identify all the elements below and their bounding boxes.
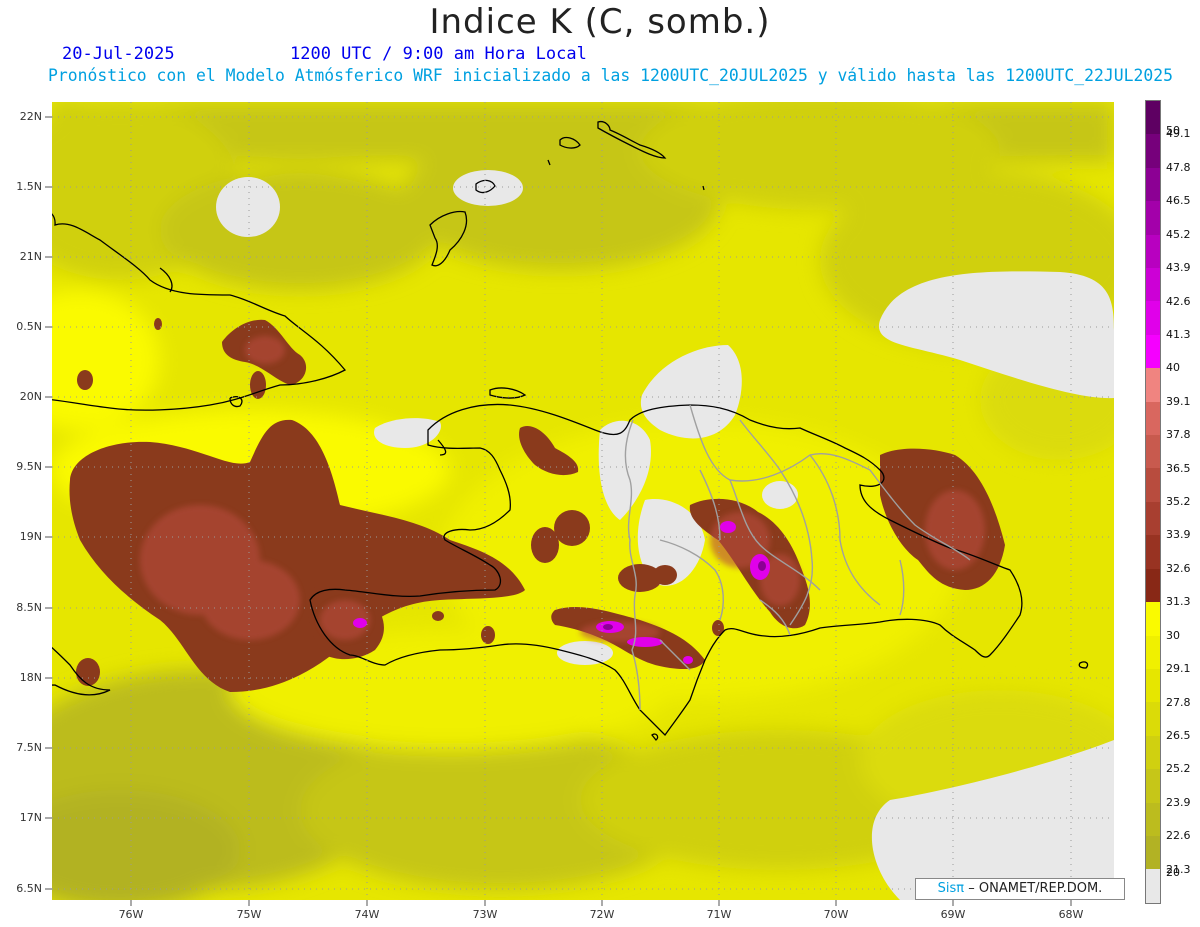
colorbar-segment <box>1146 635 1160 669</box>
colorbar-label: 41.3 <box>1166 327 1191 341</box>
colorbar-label: 37.8 <box>1166 428 1191 442</box>
colorbar-segment <box>1146 501 1160 536</box>
lon-label: 73W <box>472 908 498 921</box>
lat-label: 19N <box>19 530 42 543</box>
colorbar-segment <box>1146 101 1160 135</box>
lat-label: 8.5N <box>16 601 42 614</box>
colorbar-segment <box>1146 869 1160 903</box>
colorbar-segment <box>1146 134 1160 168</box>
lon-label: 75W <box>236 908 262 921</box>
colorbar-segment <box>1146 268 1160 302</box>
colorbar-label: 35.2 <box>1166 495 1191 508</box>
colorbar-segment <box>1146 334 1160 369</box>
colorbar-segment <box>1146 468 1160 502</box>
lat-label: 18N <box>19 671 42 684</box>
lat-label: 22N <box>19 110 42 123</box>
colorbar-segment <box>1146 368 1160 402</box>
colorbar-label: 47.8 <box>1166 160 1191 174</box>
colorbar-label: 43.9 <box>1166 261 1191 275</box>
colorbar-label: 25.2 <box>1166 762 1191 776</box>
lon-label: 72W <box>589 908 615 921</box>
lat-label: 6.5N <box>16 882 42 895</box>
colorbar-segment <box>1146 668 1160 703</box>
colorbar-segment <box>1146 835 1160 870</box>
colorbar-label: 45.2 <box>1166 227 1191 241</box>
colorbar-segment <box>1146 735 1160 770</box>
colorbar-label: 46.5 <box>1166 194 1191 208</box>
colorbar-segment <box>1146 602 1160 636</box>
colorbar-label: 31.3 <box>1166 595 1191 609</box>
colorbar-segment <box>1146 802 1160 836</box>
colorbar-segment <box>1146 769 1160 803</box>
colorbar-segment <box>1146 301 1160 335</box>
lat-label: 7.5N <box>16 741 42 754</box>
lat-label: 17N <box>19 811 42 824</box>
credit-text: – ONAMET/REP.DOM. <box>968 881 1103 896</box>
lat-label: 9.5N <box>16 460 42 473</box>
colorbar-label: 27.8 <box>1166 695 1191 709</box>
lon-label: 69W <box>940 908 966 921</box>
colorbar-label: 36.5 <box>1166 461 1191 475</box>
colorbar-label: 39.1 <box>1166 394 1191 408</box>
colorbar-segment <box>1146 535 1160 569</box>
lat-label: 20N <box>19 390 42 403</box>
colorbar <box>1145 100 1161 904</box>
colorbar-label: 40 <box>1166 361 1180 375</box>
colorbar-segment <box>1146 435 1160 469</box>
lat-label: 1.5N <box>16 180 42 193</box>
colorbar-segment <box>1146 167 1160 202</box>
colorbar-segment <box>1146 201 1160 235</box>
colorbar-segment <box>1146 568 1160 603</box>
colorbar-label: 49.1 <box>1166 127 1191 141</box>
colorbar-segment <box>1146 401 1160 436</box>
colorbar-label: 23.9 <box>1166 795 1191 809</box>
brand-logo: Sisπ <box>937 881 965 896</box>
lon-label: 68W <box>1058 908 1084 921</box>
colorbar-label: 22.6 <box>1166 829 1191 843</box>
lon-label: 71W <box>706 908 732 921</box>
lon-label: 76W <box>118 908 144 921</box>
colorbar-label: 30 <box>1166 628 1180 642</box>
colorbar-label: 32.6 <box>1166 561 1191 575</box>
map-panel <box>45 102 1114 906</box>
lat-label: 21N <box>19 250 42 263</box>
credit-box: Sisπ – ONAMET/REP.DOM. <box>915 878 1125 900</box>
lon-label: 74W <box>354 908 380 921</box>
colorbar-segment <box>1146 702 1160 736</box>
colorbar-label: 33.9 <box>1166 528 1191 542</box>
colorbar-label: 20 <box>1166 866 1180 879</box>
lon-label: 70W <box>823 908 849 921</box>
colorbar-label: 29.1 <box>1166 662 1191 676</box>
colorbar-label: 26.5 <box>1166 728 1191 742</box>
colorbar-label: 42.6 <box>1166 294 1191 308</box>
colorbar-segment <box>1146 234 1160 269</box>
lat-label: 0.5N <box>16 320 42 333</box>
